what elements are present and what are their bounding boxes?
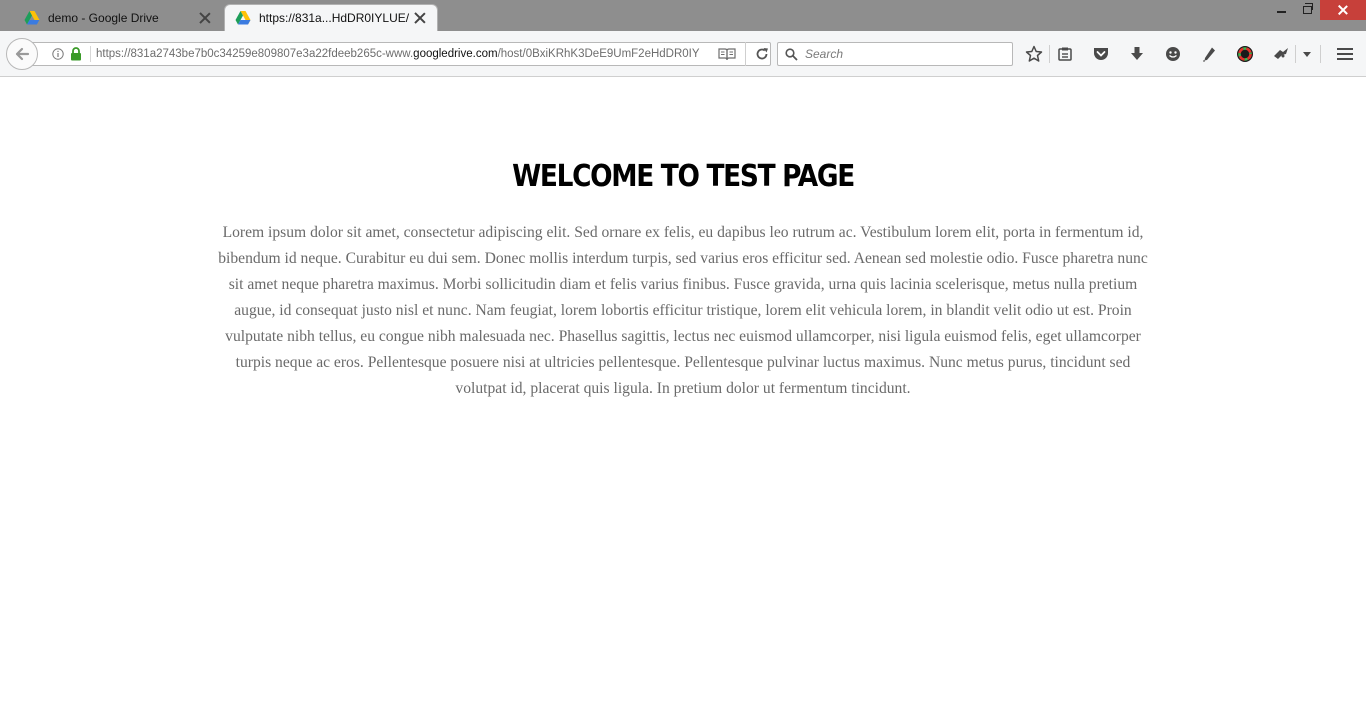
toolbar-divider: [1049, 45, 1050, 63]
page-paragraph: Lorem ipsum dolor sit amet, consectetur …: [218, 224, 1148, 397]
tab-title: demo - Google Drive: [48, 10, 159, 25]
google-drive-icon: [24, 10, 40, 24]
page-title: WELCOME TO TEST PAGE: [512, 159, 855, 194]
minimize-icon: [1276, 11, 1286, 13]
color-circle-icon: [1237, 46, 1253, 62]
emoji-button[interactable]: [1163, 44, 1183, 64]
back-arrow-icon: [15, 47, 30, 61]
toolbar-divider: [1320, 45, 1321, 63]
url-prefix: https://831a2743be7b0c34259e809807e3a22f…: [96, 48, 414, 60]
close-tab-icon[interactable]: [413, 11, 427, 25]
reading-list-button[interactable]: [1055, 44, 1075, 64]
reading-list-icon: [1058, 47, 1072, 61]
page-content: WELCOME TO TEST PAGE Lorem ipsum dolor s…: [0, 78, 1366, 726]
url-separator: [90, 46, 91, 62]
minimize-button[interactable]: [1268, 0, 1294, 20]
extension-icon: [1274, 48, 1288, 59]
hamburger-menu-icon: [1337, 48, 1353, 60]
navigation-toolbar: https://831a2743be7b0c34259e809807e3a22f…: [0, 31, 1366, 77]
url-divider: [745, 42, 746, 66]
tab-test-page[interactable]: https://831a...HdDR0IYLUE/: [224, 4, 438, 31]
download-icon: [1131, 47, 1143, 60]
color-picker-button[interactable]: [1235, 44, 1255, 64]
info-icon[interactable]: [52, 48, 64, 60]
close-tab-icon[interactable]: [198, 11, 212, 25]
window-controls: [1268, 0, 1366, 20]
bookmark-star-button[interactable]: [1024, 44, 1044, 64]
toolbar-divider: [1295, 45, 1296, 63]
close-window-button[interactable]: [1320, 0, 1366, 20]
close-icon: [1338, 5, 1348, 15]
overflow-menu-button[interactable]: [1297, 44, 1317, 64]
main-menu-button[interactable]: [1335, 44, 1355, 64]
url-text[interactable]: https://831a2743be7b0c34259e809807e3a22f…: [96, 48, 700, 60]
tab-title: https://831a...HdDR0IYLUE/: [259, 11, 410, 25]
restore-icon: [1302, 3, 1313, 14]
emoji-icon: [1166, 47, 1180, 61]
search-input[interactable]: [805, 47, 1005, 61]
google-drive-icon: [235, 11, 251, 25]
url-domain: googledrive.com: [413, 48, 498, 60]
pocket-button[interactable]: [1091, 44, 1111, 64]
search-icon: [785, 47, 798, 61]
restore-button[interactable]: [1294, 0, 1320, 20]
tab-demo-google-drive[interactable]: demo - Google Drive: [14, 4, 222, 31]
back-button[interactable]: [6, 38, 38, 70]
downloads-button[interactable]: [1127, 44, 1147, 64]
lock-icon[interactable]: [70, 47, 82, 61]
chevron-down-icon: [1303, 52, 1311, 57]
search-bar[interactable]: [777, 42, 1013, 66]
address-bar[interactable]: https://831a2743be7b0c34259e809807e3a22f…: [30, 42, 771, 66]
star-icon: [1025, 45, 1043, 62]
reload-icon[interactable]: [755, 47, 769, 61]
reader-view-icon[interactable]: [718, 47, 736, 61]
pen-button[interactable]: [1199, 44, 1219, 64]
browser-titlebar: demo - Google Drive https://831a...HdDR0…: [0, 0, 1366, 31]
pocket-icon: [1094, 48, 1108, 60]
url-suffix: /host/0BxiKRhK3DeE9UmF2eHdDR0IY: [497, 48, 700, 60]
extension-button[interactable]: [1271, 44, 1291, 64]
pen-icon: [1203, 47, 1215, 62]
